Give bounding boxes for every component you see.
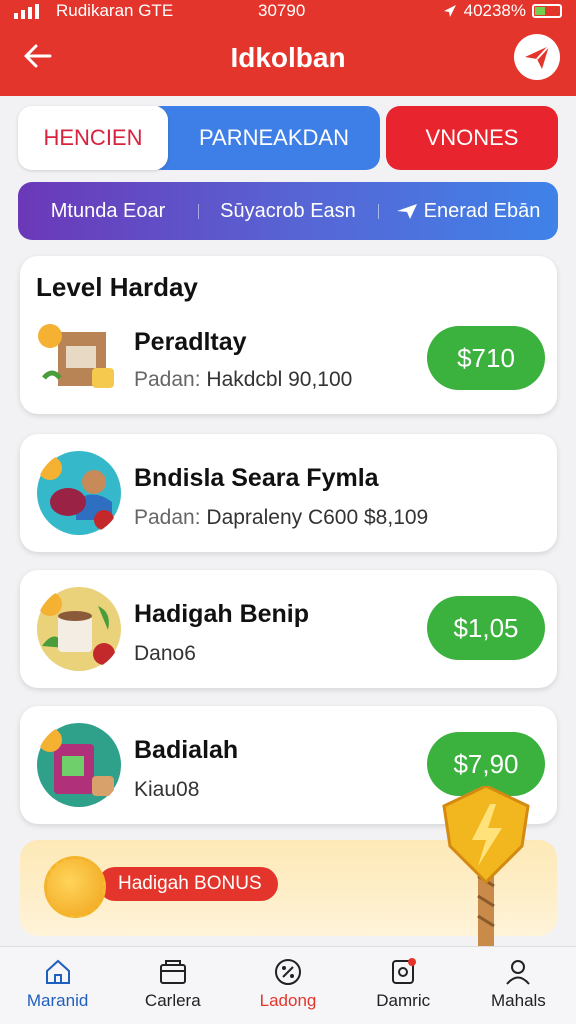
item-title: Bndisla Seara Fymla [134,464,379,492]
discount-icon [275,959,301,985]
list-item[interactable]: Hadigah Benip Dano6 $1,05 [20,570,557,688]
nav-item-notifications[interactable]: Damric [346,947,461,1024]
filter-label: Enerad Ebān [423,199,541,222]
nav-label: Damric [376,991,431,1010]
item-sub-value: Dano6 [134,642,196,665]
price-button[interactable]: $1,05 [427,596,545,660]
signal-icon [14,4,39,19]
item-sub-value: Dapraleny C600 $8,109 [206,506,429,529]
person-avatar-icon [37,451,121,535]
list-item[interactable]: Level Harday Peradltay Padan: Hakdcbl 90… [20,256,557,414]
tab-first[interactable]: HENCIEN [18,106,168,170]
location-icon [443,5,456,17]
coin-icon [44,856,106,918]
item-sub-label: Padan: [134,506,201,529]
nav-label: Mahals [491,991,546,1010]
item-title: Peradltay [134,328,247,356]
trophy-icon [442,786,530,956]
status-time: 30790 [258,1,306,20]
filter-item-1[interactable]: Mtunda Eoar [18,200,198,223]
battery-icon [532,4,562,18]
bonus-label: Hadigah BONUS [98,867,278,901]
item-title: Badialah [134,736,239,764]
tab-third[interactable]: VNONES [386,106,558,170]
paper-plane-icon [525,45,550,69]
nav-label: Ladong [259,991,317,1010]
price-button[interactable]: $710 [427,326,545,390]
carrier-name: Rudikaran GTE [56,1,174,20]
nav-item-wallet[interactable]: Carlera [115,947,230,1024]
filter-item-2[interactable]: Sūyacrob Easn [198,200,378,223]
item-sub-value: Kiau08 [134,778,200,801]
item-title: Hadigah Benip [134,600,310,628]
section-title: Level Harday [36,272,198,302]
nav-label: Maranid [26,991,89,1010]
home-icon [45,959,70,984]
nav-label: Carlera [144,991,201,1010]
send-button[interactable] [514,34,560,80]
item-subtitle: Dano6 [134,642,196,666]
battery-percent: 40238% [463,1,526,20]
item-sub-label: Padan: [134,368,201,391]
app-header: Rudikaran GTE 30790 40238% Idkolban [0,0,576,96]
filter-label: Mtunda Eoar [50,199,166,222]
filter-label: Sūyacrob Easn [220,199,356,222]
category-tabs: HENCIEN PARNEAKDAN VNONES [18,106,558,170]
page-title: Idkolban [230,42,346,73]
filter-item-3[interactable]: Enerad Ebān [378,200,558,223]
plane-icon [396,204,417,219]
product-pack-icon [37,723,121,807]
status-bar: Rudikaran GTE 30790 40238% [0,0,576,24]
coffee-cup-icon [37,587,121,671]
profile-icon [506,960,531,985]
list-item[interactable]: Bndisla Seara Fymla Padan: Dapraleny C60… [20,434,557,552]
item-subtitle: Padan: Hakdcbl 90,100 [134,368,352,392]
item-sub-value: Hakdcbl 90,100 [206,368,353,391]
wallet-icon [159,960,186,984]
nav-item-discount[interactable]: Ladong [230,947,345,1024]
nav-item-home[interactable]: Maranid [0,947,115,1024]
bottom-nav: Maranid Carlera Ladong Damric Mahals [0,946,576,1024]
tab-second[interactable]: PARNEAKDAN [148,106,380,170]
filter-bar: Mtunda Eoar Sūyacrob Easn Enerad Ebān [18,182,558,240]
item-subtitle: Kiau08 [134,778,199,802]
gift-box-icon [38,324,114,388]
item-subtitle: Padan: Dapraleny C600 $8,109 [134,506,428,530]
notification-icon [392,958,417,984]
nav-item-profile[interactable]: Mahals [461,947,576,1024]
